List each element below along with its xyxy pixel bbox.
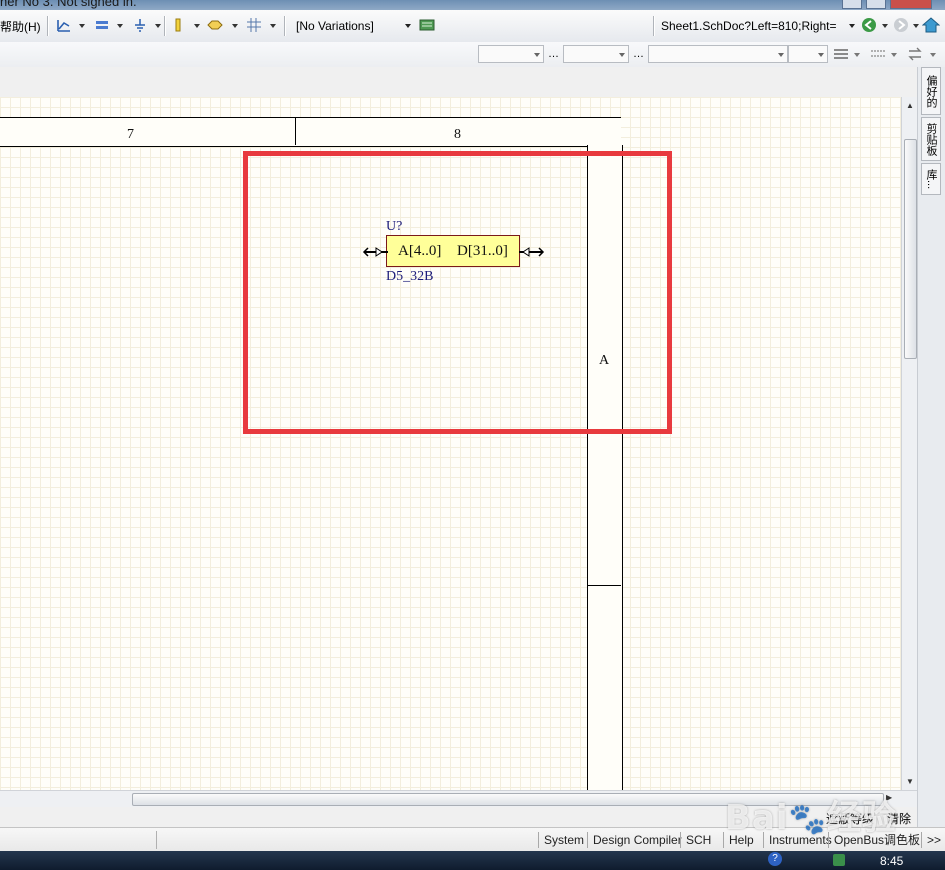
ground-icon[interactable] <box>131 16 149 34</box>
panel-button-system[interactable]: System <box>538 832 589 848</box>
toolbar-separator <box>47 16 49 36</box>
forward-icon[interactable] <box>892 16 910 34</box>
chevron-down-icon <box>534 53 540 57</box>
system-taskbar: ? 8:45 <box>0 851 945 870</box>
chevron-down-icon[interactable] <box>117 24 123 28</box>
scroll-down-icon[interactable]: ▼ <box>906 777 914 786</box>
zone-column-7: 7 <box>127 127 134 142</box>
document-tab-area <box>0 67 917 98</box>
filter-combo-2[interactable] <box>563 45 629 63</box>
tab-clipboard[interactable]: 剪贴板 <box>921 117 941 161</box>
minimize-button[interactable] <box>842 0 862 9</box>
chevron-down-icon <box>778 53 784 57</box>
chevron-down-icon[interactable] <box>270 24 276 28</box>
shield-tray-icon[interactable] <box>833 854 845 866</box>
secondary-toolbar: … … <box>0 42 945 68</box>
toolbar-separator <box>653 16 655 36</box>
chevron-down-icon[interactable] <box>155 24 161 28</box>
help-tray-icon[interactable]: ? <box>768 852 782 866</box>
panel-button-sch[interactable]: SCH <box>680 832 716 848</box>
address-combo[interactable]: Sheet1.SchDoc?Left=810;Right= <box>659 17 856 35</box>
home-icon[interactable] <box>922 16 940 34</box>
net-label-icon[interactable] <box>206 16 224 34</box>
swap-icon[interactable] <box>906 45 924 63</box>
bus-icon[interactable] <box>93 16 111 34</box>
address-value: Sheet1.SchDoc?Left=810;Right= <box>661 19 837 33</box>
frame-top-zone <box>0 117 621 147</box>
chevron-down-icon[interactable] <box>930 53 936 57</box>
chevron-down-icon[interactable] <box>913 24 919 28</box>
clock: 8:45 <box>880 854 904 868</box>
chevron-down-icon[interactable] <box>882 24 888 28</box>
wire-icon[interactable] <box>55 16 73 34</box>
menu-help[interactable]: 帮助(H) <box>0 18 41 35</box>
chevron-down-icon[interactable] <box>854 53 860 57</box>
close-button[interactable] <box>890 0 932 9</box>
chevron-down-icon <box>619 53 625 57</box>
chevron-down-icon[interactable] <box>232 24 238 28</box>
toolbar-separator <box>164 16 166 36</box>
maximize-button[interactable] <box>866 0 886 9</box>
filter-combo-4[interactable] <box>788 45 828 63</box>
ellipsis-icon: … <box>548 48 559 60</box>
zone-divider <box>295 117 296 145</box>
port-icon[interactable] <box>169 16 187 34</box>
ellipsis-icon: … <box>633 48 644 60</box>
variations-value: [No Variations] <box>296 19 374 33</box>
variations-select[interactable]: [No Variations] <box>292 17 414 35</box>
tab-libraries[interactable]: 库... <box>921 163 941 195</box>
main-toolbar: 帮助(H) [No Variations] Sheet1.SchDoc?Left… <box>0 10 945 43</box>
tab-favorites[interactable]: 偏好的 <box>921 67 941 115</box>
side-panel-tabs: 偏好的 剪贴板 库... <box>917 67 945 827</box>
filter-combo-3[interactable] <box>648 45 788 63</box>
zone-divider <box>587 585 621 586</box>
vertical-scrollbar[interactable]: ▲ ▼ <box>901 97 918 790</box>
status-divider <box>156 831 157 849</box>
align-icon[interactable] <box>832 45 850 63</box>
filter-combo-1[interactable] <box>478 45 544 63</box>
zone-column-8: 8 <box>454 127 461 142</box>
grid-icon[interactable] <box>245 16 263 34</box>
chevron-down-icon[interactable] <box>79 24 85 28</box>
chevron-down-icon[interactable] <box>194 24 200 28</box>
highlight-rectangle <box>243 151 672 434</box>
toolbar-separator <box>284 16 286 36</box>
scroll-up-icon[interactable]: ▲ <box>906 101 914 110</box>
chevron-down-icon <box>818 53 824 57</box>
watermark-logo: Bai🐾经验 <box>725 798 897 838</box>
chevron-down-icon <box>849 24 855 28</box>
panel-button-design-compiler[interactable]: Design Compiler <box>587 832 687 848</box>
window-title: her No 3. Not signed in. <box>0 0 137 9</box>
back-icon[interactable] <box>860 16 878 34</box>
chevron-down-icon <box>405 24 411 28</box>
variation-icon[interactable] <box>418 16 436 34</box>
panel-button-more[interactable]: >> <box>921 832 945 848</box>
window-titlebar: her No 3. Not signed in. <box>0 0 945 10</box>
distribute-icon[interactable] <box>869 45 887 63</box>
chevron-down-icon[interactable] <box>891 53 897 57</box>
vertical-scroll-thumb[interactable] <box>904 139 917 359</box>
